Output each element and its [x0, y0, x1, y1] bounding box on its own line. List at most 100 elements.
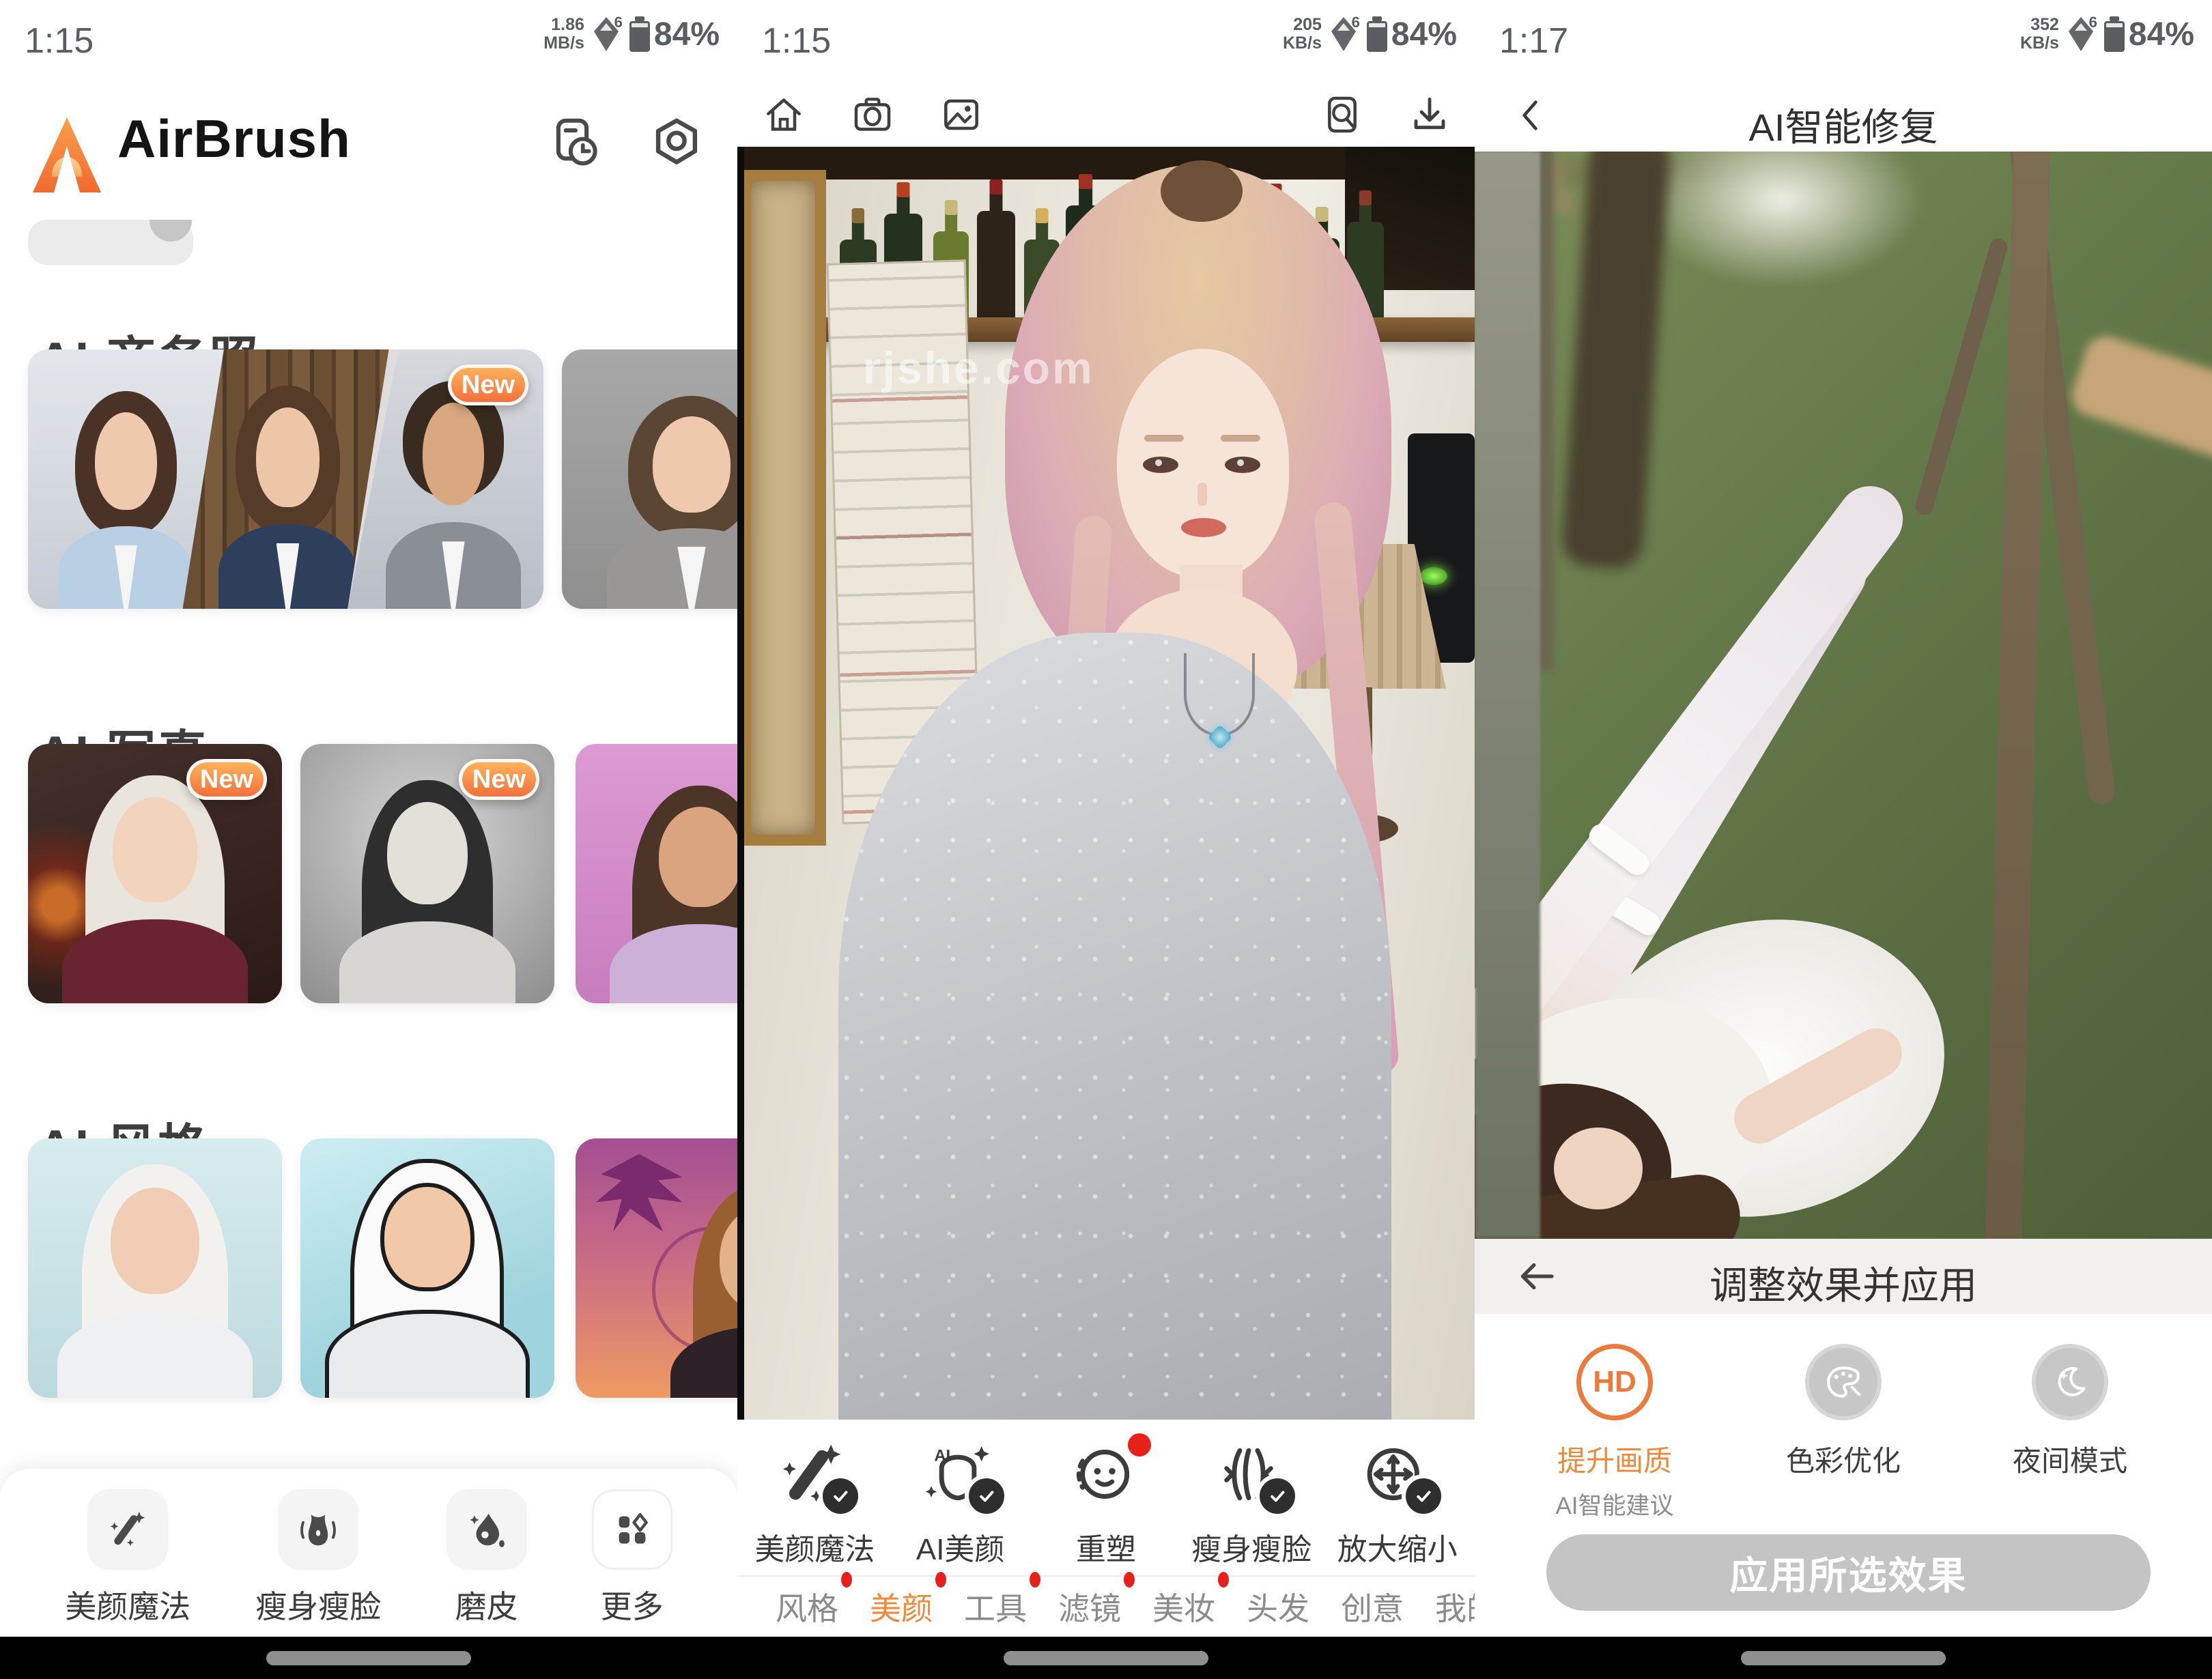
photo-history-icon[interactable] [546, 113, 605, 172]
status-bar: 1:17 352KB/s 6 84% [1475, 0, 2212, 82]
option-enhance-quality[interactable]: HD 提升画质 AI智能建议 [1512, 1344, 1717, 1521]
status-bar: 1:15 1.86MB/s 6 84% [0, 0, 737, 82]
card-business-gray[interactable] [562, 349, 737, 609]
ai-face-icon [922, 1439, 999, 1515]
check-badge-icon [965, 1474, 1008, 1518]
battery-icon [1367, 16, 1387, 52]
screen-repair: 1:17 352KB/s 6 84% AI智能修复 [1475, 0, 2212, 1679]
new-badge: New [459, 759, 539, 800]
card-vaporwave-style[interactable] [576, 1138, 737, 1398]
adjust-header: 调整效果并应用 [1475, 1239, 2212, 1314]
editor-category-tabs: 风格 美颜 工具 滤镜 美妆 头发 创意 我的工 [737, 1575, 1475, 1637]
editing-photo-canvas[interactable]: rjshe.com [737, 147, 1475, 1420]
gallery-icon[interactable] [939, 93, 983, 137]
system-nav-bar [0, 1637, 737, 1679]
magic-wand-icon [776, 1439, 853, 1515]
screenshot-root: 1:15 1.86MB/s 6 84% AirBrush [0, 0, 2212, 1679]
tab-beauty[interactable]: 美颜 [870, 1584, 933, 1629]
zoom-resize-icon [1359, 1439, 1436, 1515]
system-nav-bar [1475, 1637, 2212, 1679]
tool-zoom-resize[interactable]: 放大缩小 [1329, 1439, 1466, 1568]
tab-creative[interactable]: 创意 [1341, 1584, 1404, 1629]
option-night-mode[interactable]: 夜间模式 [1968, 1344, 2172, 1480]
battery-percent: 84% [1391, 16, 1457, 53]
clock-time: 1:15 [25, 20, 94, 61]
scrolled-banner-remnant [28, 220, 193, 265]
settings-nut-icon[interactable] [647, 113, 706, 172]
app-header: AirBrush [0, 90, 737, 213]
download-icon[interactable] [1408, 93, 1451, 137]
airbrush-logo-icon [33, 117, 101, 192]
toolbar-item-beauty-magic[interactable]: 美颜魔法 [65, 1489, 190, 1627]
battery-icon [629, 16, 650, 52]
card-vintage-bw[interactable]: New [300, 744, 554, 1003]
editor-top-bar [737, 82, 1475, 147]
slim-body-icon [1213, 1439, 1290, 1515]
home-indicator[interactable] [266, 1651, 471, 1665]
network-speed: 1.86MB/s [543, 16, 584, 53]
smooth-skin-drop-icon [446, 1489, 527, 1570]
check-badge-icon [1402, 1474, 1445, 1518]
battery-percent: 84% [2129, 16, 2194, 53]
red-dot-badge [1128, 1433, 1151, 1456]
apply-effects-button[interactable]: 应用所选效果 [1546, 1534, 2151, 1611]
toolbar-item-smooth-skin[interactable]: 磨皮 [446, 1489, 527, 1627]
network-speed: 205KB/s [1283, 16, 1322, 53]
toolbar-item-more[interactable]: 更多 [592, 1489, 672, 1627]
check-badge-icon [1256, 1474, 1299, 1518]
screen-editor: 1:15 205KB/s 6 84% [737, 0, 1475, 1679]
night-mode-icon [2032, 1344, 2108, 1420]
red-dot-badge [841, 1572, 852, 1588]
page-title: AI智能修复 [1475, 97, 2212, 152]
home-icon[interactable] [762, 93, 806, 137]
screen-home: 1:15 1.86MB/s 6 84% AirBrush [0, 0, 737, 1679]
option-sublabel: AI智能建议 [1555, 1487, 1673, 1521]
slim-body-icon [278, 1489, 358, 1570]
card-comic-style[interactable] [300, 1138, 554, 1398]
scan-search-icon[interactable] [1320, 93, 1364, 137]
tool-reshape[interactable]: 重塑 [1038, 1439, 1174, 1568]
toolbar-item-slim[interactable]: 瘦身瘦脸 [255, 1489, 381, 1627]
system-nav-bar [737, 1637, 1475, 1679]
new-badge: New [186, 759, 267, 800]
palette-icon [1805, 1344, 1882, 1420]
app-title: AirBrush [117, 108, 351, 170]
card-business-triptych[interactable]: New [28, 349, 543, 609]
new-badge: New [448, 364, 528, 405]
tool-beauty-magic[interactable]: 美颜魔法 [746, 1439, 883, 1568]
tool-slim[interactable]: 瘦身瘦脸 [1183, 1439, 1320, 1568]
red-dot-badge [1030, 1572, 1040, 1588]
tab-my-tools[interactable]: 我的工 [1435, 1584, 1475, 1629]
red-dot-badge [935, 1572, 946, 1588]
option-color-optimize[interactable]: 色彩优化 [1741, 1344, 1946, 1480]
reshape-face-icon [1068, 1439, 1144, 1515]
mobile-data-icon: 6 [1329, 15, 1359, 53]
clock-time: 1:15 [762, 20, 831, 61]
check-badge-icon [819, 1474, 862, 1518]
tab-style[interactable]: 风格 [776, 1584, 838, 1629]
repair-title-bar: AI智能修复 [1475, 82, 2212, 152]
home-indicator[interactable] [1004, 1651, 1208, 1665]
card-fantasy-portrait[interactable]: New [28, 744, 282, 1003]
quick-toolbar: 美颜魔法 瘦身瘦脸 磨皮 更多 [0, 1469, 737, 1637]
camera-icon[interactable] [851, 93, 894, 137]
home-indicator[interactable] [1741, 1651, 1946, 1665]
red-dot-badge [1124, 1572, 1135, 1588]
adjust-title: 调整效果并应用 [1475, 1255, 2212, 1310]
tab-filters[interactable]: 滤镜 [1058, 1584, 1121, 1629]
card-pale-style[interactable] [28, 1138, 282, 1398]
tab-hair[interactable]: 头发 [1247, 1584, 1309, 1629]
card-pink-portrait[interactable] [576, 744, 737, 1003]
battery-icon [2104, 16, 2125, 52]
editor-tool-row: 美颜魔法 AI美颜 重塑 瘦 [737, 1420, 1475, 1575]
more-grid-icon [592, 1489, 672, 1570]
red-dot-badge [1218, 1572, 1229, 1588]
network-speed: 352KB/s [2020, 16, 2059, 53]
tab-makeup[interactable]: 美妆 [1152, 1584, 1215, 1629]
photo-watermark: rjshe.com [863, 342, 1094, 394]
battery-percent: 84% [654, 16, 720, 53]
repair-photo-preview[interactable] [1475, 152, 2212, 1239]
mobile-data-icon: 6 [591, 15, 621, 53]
tab-tools[interactable]: 工具 [964, 1584, 1027, 1629]
tool-ai-beauty[interactable]: AI美颜 [892, 1439, 1029, 1568]
